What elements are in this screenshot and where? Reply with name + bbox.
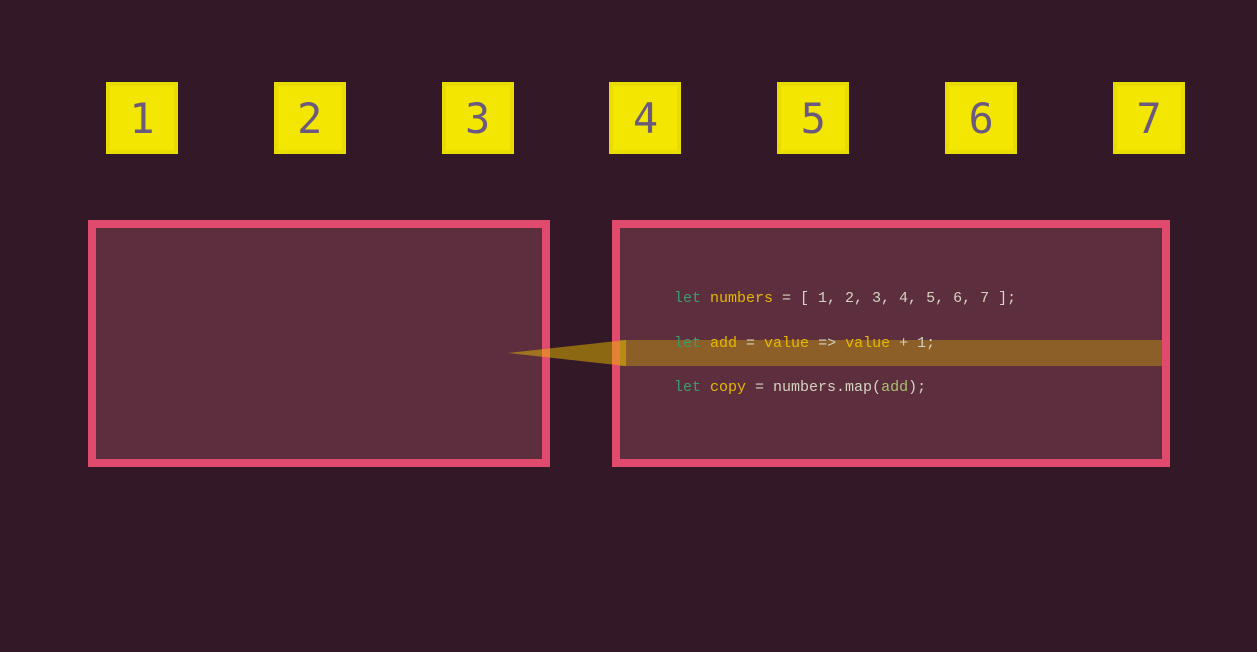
number-box: 3 — [442, 82, 514, 154]
code-line-1: let numbers = [ 1, 2, 3, 4, 5, 6, 7 ]; — [674, 288, 1128, 311]
number-box: 5 — [777, 82, 849, 154]
number-box: 7 — [1113, 82, 1185, 154]
number-box: 2 — [274, 82, 346, 154]
code-panel: let numbers = [ 1, 2, 3, 4, 5, 6, 7 ]; l… — [612, 220, 1170, 467]
number-box: 4 — [609, 82, 681, 154]
code-line-2: let add = value => value + 1; — [674, 333, 1128, 356]
connector-arrow — [508, 338, 626, 368]
numbers-row: 1 2 3 4 5 6 7 — [106, 82, 1185, 154]
number-box: 1 — [106, 82, 178, 154]
output-panel — [88, 220, 550, 467]
number-box: 6 — [945, 82, 1017, 154]
code-line-3: let copy = numbers.map(add); — [674, 377, 1128, 400]
